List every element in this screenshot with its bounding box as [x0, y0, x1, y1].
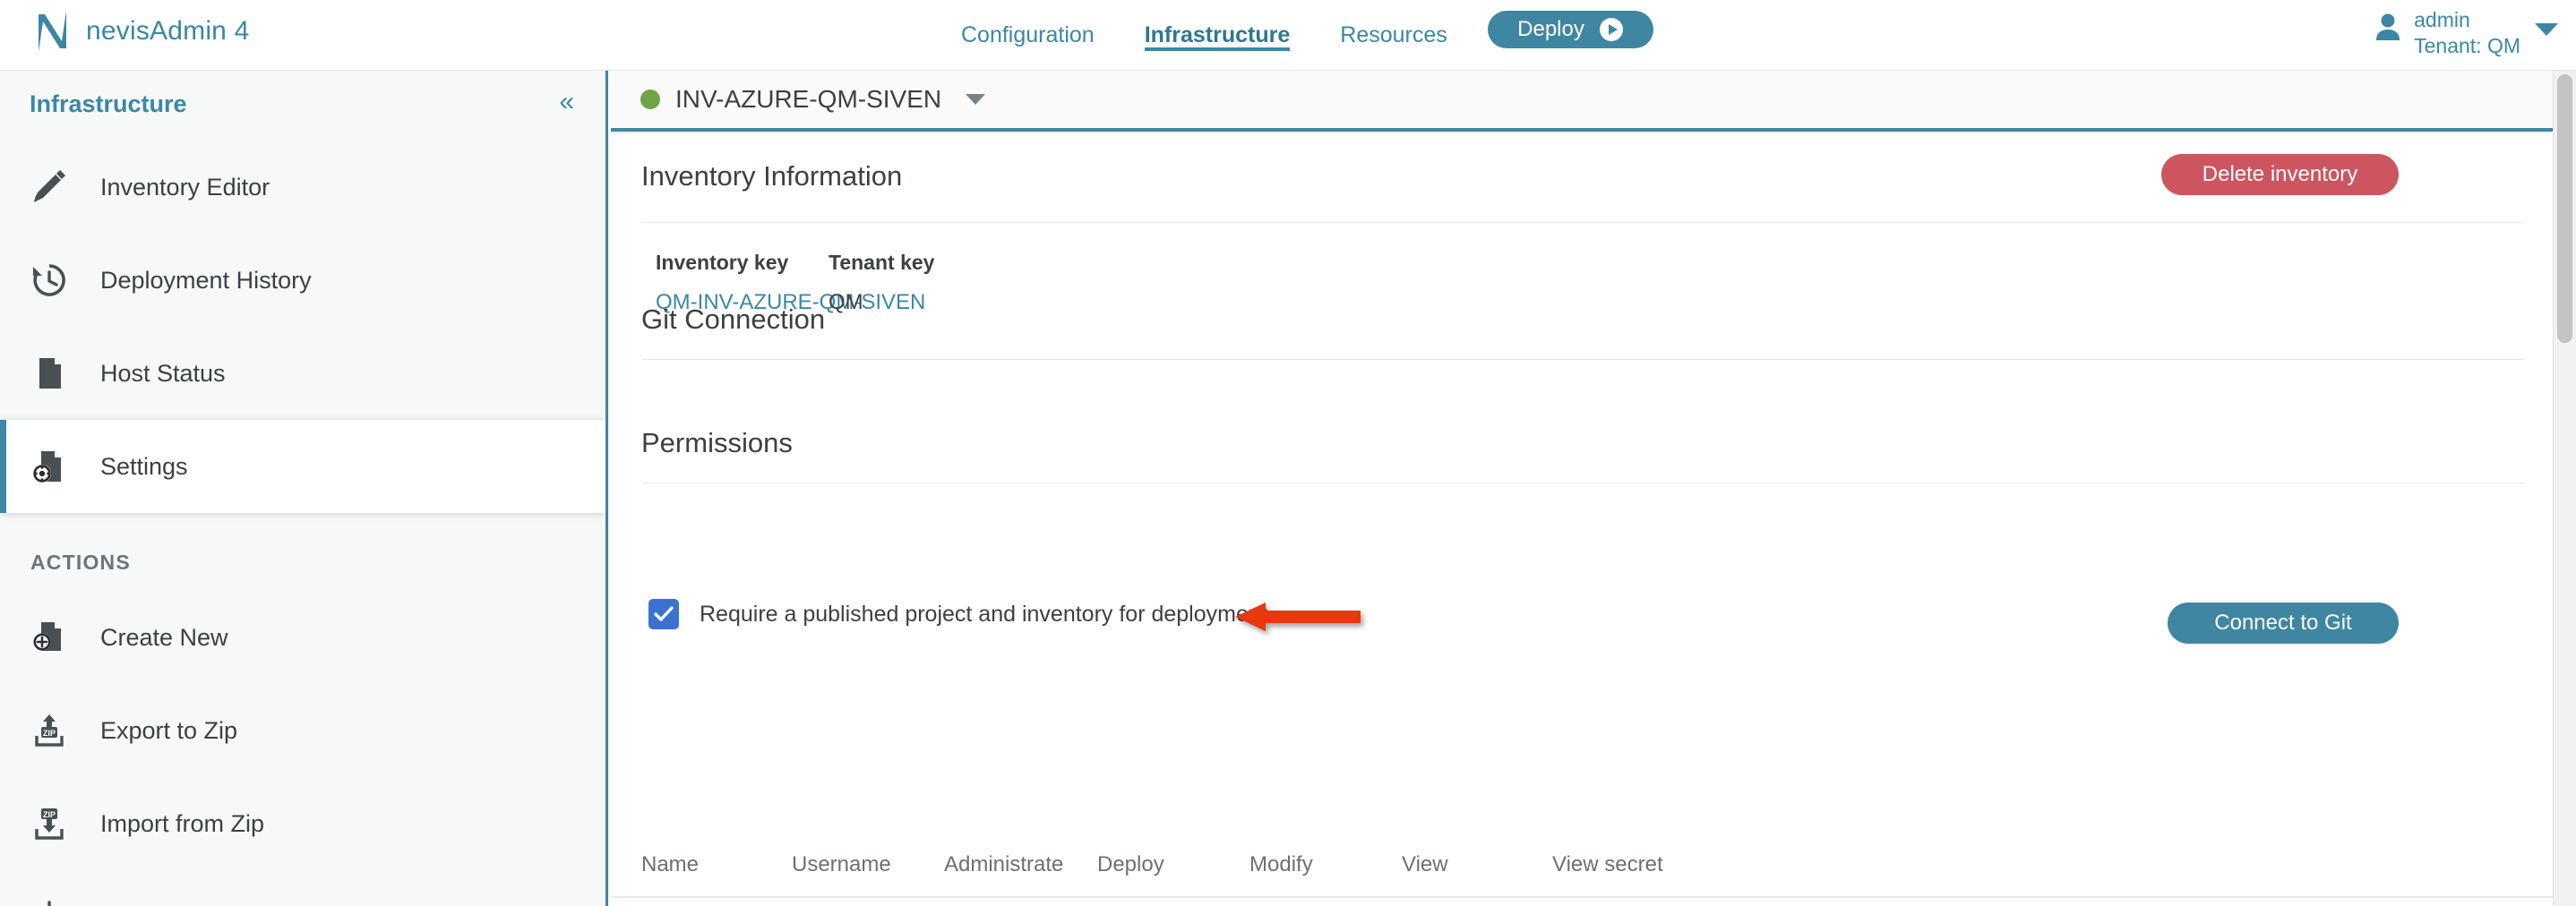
- main-content: INV-AZURE-QM-SIVEN Inventory Information…: [611, 71, 2576, 906]
- document-icon: [39, 358, 61, 389]
- nav-tab-infrastructure[interactable]: Infrastructure: [1120, 0, 1316, 71]
- column-header-view: View: [1402, 852, 1448, 876]
- nav-tab-resources[interactable]: Resources: [1315, 0, 1473, 71]
- permissions-table-header: Name Username Administrate Deploy Modify…: [611, 833, 2555, 898]
- deploy-button-label: Deploy: [1517, 17, 1584, 41]
- document-gear-icon: [33, 451, 61, 483]
- checkbox-checked-icon: [654, 606, 674, 621]
- document-plus-icon: [33, 622, 61, 651]
- sidebar-action-import-from-zip[interactable]: ZIP Import from Zip: [0, 777, 605, 870]
- permissions-table: Name Username Administrate Deploy Modify…: [611, 833, 2555, 906]
- sidebar-item-label: Settings: [100, 452, 188, 480]
- divider: [641, 359, 2524, 360]
- pencil-icon: [34, 170, 65, 202]
- user-icon: [2376, 13, 2400, 40]
- sidebar-action-import-from-git[interactable]: Import from Git: [0, 870, 605, 906]
- play-circle-icon: [1599, 18, 1623, 41]
- inventory-information-heading: Inventory Information: [641, 160, 903, 192]
- svg-text:ZIP: ZIP: [43, 729, 56, 738]
- column-header-administrate: Administrate: [944, 852, 1064, 876]
- connect-to-git-button[interactable]: Connect to Git: [2168, 603, 2399, 644]
- table-row[interactable]: g-global-admin ✓ ✓ ✓ ✓ ✓: [611, 898, 2555, 906]
- inventory-key-label: Inventory key: [656, 251, 789, 274]
- nevis-logo-icon: [39, 11, 66, 52]
- top-bar: nevisAdmin 4 Configuration Infrastructur…: [0, 0, 2576, 71]
- require-published-checkbox-row: Require a published project and inventor…: [648, 599, 1267, 629]
- history-clock-icon: [33, 264, 65, 296]
- sidebar-actions-heading: ACTIONS: [30, 551, 131, 574]
- nav-tab-configuration[interactable]: Configuration: [936, 0, 1120, 71]
- git-connection-heading: Git Connection: [641, 303, 826, 335]
- app-brand[interactable]: nevisAdmin 4: [34, 9, 250, 54]
- account-username: admin: [2414, 8, 2470, 31]
- account-tenant: Tenant: QM: [2414, 33, 2520, 57]
- require-published-checkbox-label[interactable]: Require a published project and inventor…: [700, 602, 1267, 628]
- sidebar-header: Infrastructure «: [0, 71, 605, 141]
- scrollbar-thumb[interactable]: [2557, 74, 2572, 343]
- settings-panel: Inventory Information Delete inventory I…: [611, 135, 2555, 906]
- sidebar-item-label: Inventory Editor: [100, 173, 270, 201]
- sidebar-item-inventory-editor[interactable]: Inventory Editor: [0, 141, 605, 234]
- sidebar-action-create-new[interactable]: Create New: [0, 591, 605, 684]
- tenant-key-value: QM: [829, 290, 863, 314]
- inventory-selector[interactable]: INV-AZURE-QM-SIVEN: [611, 71, 2576, 132]
- chevron-double-left-icon[interactable]: «: [559, 89, 574, 115]
- zip-upload-icon: ZIP: [35, 714, 64, 747]
- sidebar-action-export-to-zip[interactable]: ZIP Export to Zip: [0, 684, 605, 777]
- sidebar: Infrastructure « Inventory Editor Deploy…: [0, 71, 608, 906]
- page-scrollbar[interactable]: [2553, 71, 2576, 906]
- sidebar-action-label: Export to Zip: [100, 716, 238, 744]
- chevron-down-icon[interactable]: [2535, 23, 2558, 36]
- column-header-deploy: Deploy: [1097, 852, 1164, 876]
- account-menu[interactable]: admin Tenant: QM: [2374, 7, 2558, 59]
- main-navigation: Configuration Infrastructure Resources: [936, 0, 1473, 71]
- permissions-heading: Permissions: [641, 427, 793, 458]
- sidebar-action-label: Import from Zip: [100, 809, 265, 837]
- sidebar-item-deployment-history[interactable]: Deployment History: [0, 234, 605, 327]
- inventory-name: INV-AZURE-QM-SIVEN: [675, 85, 942, 113]
- sidebar-action-label: Create New: [100, 623, 228, 651]
- sidebar-item-settings[interactable]: Settings: [0, 420, 605, 513]
- sidebar-title: Infrastructure: [30, 90, 187, 117]
- chevron-down-icon[interactable]: [966, 94, 986, 105]
- column-header-username: Username: [792, 852, 891, 876]
- sidebar-action-label: Import from Git: [100, 903, 262, 906]
- tenant-key-label: Tenant key: [829, 251, 935, 274]
- sidebar-item-host-status[interactable]: Host Status: [0, 327, 605, 420]
- sidebar-item-label: Host Status: [100, 359, 226, 387]
- green-status-dot: [640, 90, 660, 109]
- delete-inventory-button[interactable]: Delete inventory: [2161, 154, 2399, 195]
- column-header-name: Name: [641, 852, 700, 876]
- sidebar-item-label: Deployment History: [100, 266, 312, 294]
- zip-download-icon: ZIP: [35, 808, 64, 840]
- deploy-button[interactable]: Deploy: [1488, 11, 1653, 48]
- require-published-checkbox[interactable]: [648, 599, 679, 629]
- app-title: nevisAdmin 4: [86, 16, 250, 46]
- column-header-view-secret: View secret: [1552, 852, 1663, 876]
- download-icon: [47, 901, 51, 906]
- divider: [641, 222, 2524, 223]
- column-header-modify: Modify: [1249, 852, 1313, 876]
